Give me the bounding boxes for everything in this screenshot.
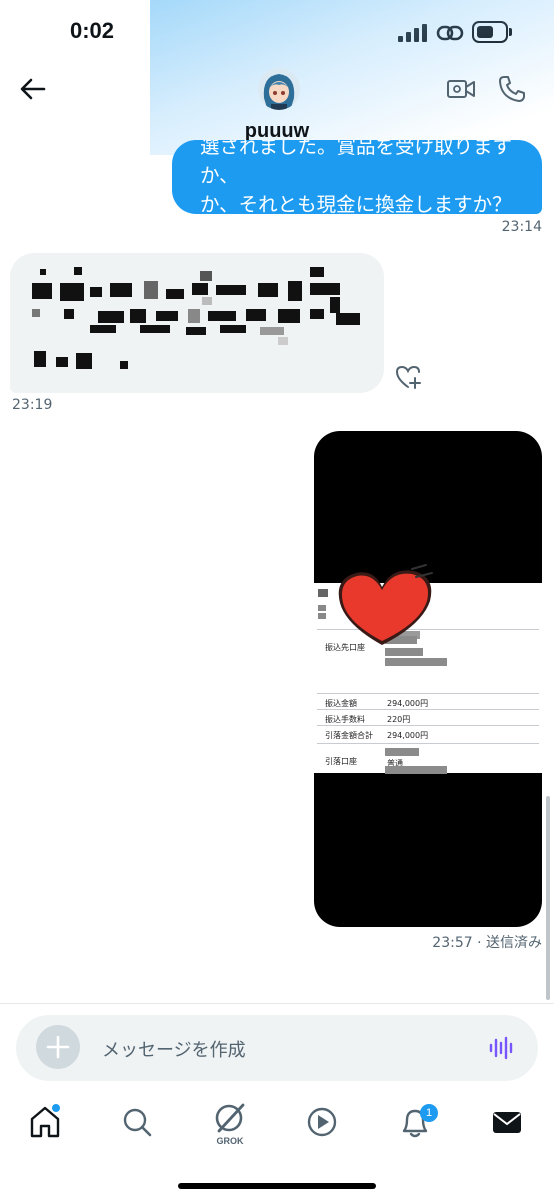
message-input[interactable]: メッセージを作成 [102,1036,246,1062]
home-indicator[interactable] [178,1183,376,1189]
plus-icon [46,1035,70,1059]
message-composer: メッセージを作成 [16,1015,538,1081]
home-unread-dot [52,1104,60,1112]
heart-sticker-icon [338,564,433,645]
image-attachment[interactable]: 振込先口座 振込金額 294,000円 振込手数料 220円 引落金額合計 29… [314,431,542,927]
add-reaction-icon[interactable] [395,364,423,390]
back-arrow-icon[interactable] [16,72,50,106]
scrollbar[interactable] [546,796,550,1000]
grok-icon[interactable] [213,1101,247,1137]
receipt-row: 引落口座 普通 [317,743,539,774]
search-icon[interactable] [120,1104,154,1140]
add-media-button[interactable] [36,1025,80,1069]
avatar[interactable] [258,68,300,110]
message-bubble-incoming[interactable] [10,253,384,393]
message-line: 選されました。賞品を受け取りますか、 [200,140,513,187]
receipt-row: 引落金額合計 294,000円 [317,725,539,743]
video-tab-icon[interactable] [305,1104,339,1140]
receipt-row: 振込金額 294,000円 [317,693,539,709]
notification-badge: 1 [420,1104,438,1122]
grok-label: GROK [216,1136,244,1146]
receipt-row: 振込手数料 220円 [317,709,539,725]
phone-call-icon[interactable] [497,74,527,104]
pixelated-text [32,267,360,369]
video-call-icon[interactable] [446,76,476,102]
messages-envelope-icon[interactable] [490,1104,524,1140]
message-line: か、それとも現金に換金しますか？ [200,193,512,214]
message-bubble-outgoing[interactable]: 選されました。賞品を受け取りますか、 か、それとも現金に換金しますか？ [172,140,542,214]
message-timestamp: 23:14 [501,219,542,235]
message-timestamp-status: 23:57 · 送信済み [432,935,542,951]
message-timestamp: 23:19 [12,397,53,413]
status-time: 0:02 [70,18,115,43]
voice-message-icon[interactable] [488,1034,516,1062]
